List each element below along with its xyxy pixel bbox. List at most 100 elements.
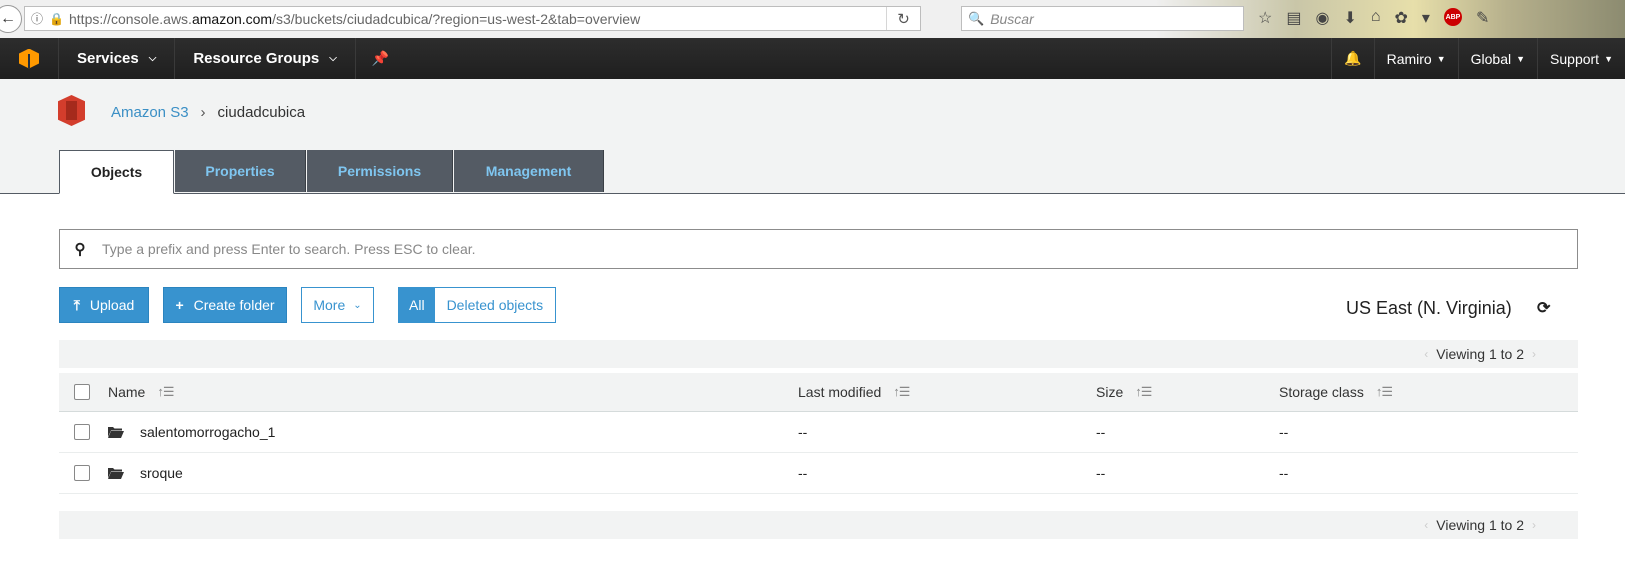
- last-modified-cell: --: [798, 424, 808, 440]
- filter-deleted-objects-button[interactable]: Deleted objects: [434, 288, 556, 322]
- sort-icon[interactable]: ↑☰: [157, 384, 174, 400]
- objects-table: Name ↑☰ Last modified ↑☰ Size ↑☰ Storage…: [59, 373, 1578, 494]
- column-header-storage-class[interactable]: Storage class ↑☰: [1279, 384, 1393, 400]
- table-header: Name ↑☰ Last modified ↑☰ Size ↑☰ Storage…: [59, 373, 1578, 412]
- reading-list-icon[interactable]: ▤: [1286, 8, 1301, 28]
- address-bar[interactable]: ⓘ 🔒 https://console.aws.amazon.com/s3/bu…: [24, 6, 921, 31]
- adblock-icon[interactable]: ABP: [1443, 8, 1462, 26]
- chevron-down-icon: ⌄: [353, 299, 362, 311]
- region-menu-label: Global: [1470, 50, 1512, 67]
- user-menu[interactable]: Ramiro ▼: [1373, 38, 1458, 79]
- breadcrumb: Amazon S3 › ciudadcubica: [111, 104, 305, 121]
- download-icon[interactable]: ⬇: [1343, 8, 1356, 28]
- upload-button[interactable]: ⤒ Upload: [59, 287, 149, 323]
- home-icon[interactable]: ⌂: [1371, 8, 1381, 28]
- create-folder-label: Create folder: [193, 297, 275, 313]
- user-label: Ramiro: [1386, 50, 1432, 67]
- object-name-link[interactable]: salentomorrogacho_1: [140, 424, 275, 440]
- chevron-down-icon: ⌵: [148, 53, 157, 64]
- column-header-storage-class-label: Storage class: [1279, 384, 1364, 400]
- aws-cube-icon: [19, 48, 39, 69]
- column-header-name-label: Name: [108, 384, 146, 400]
- chevron-right-icon[interactable]: ›: [1532, 518, 1536, 532]
- sort-icon[interactable]: ↑☰: [1376, 384, 1393, 400]
- object-name-cell: salentomorrogacho_1: [108, 424, 275, 440]
- services-menu[interactable]: Services ⌵: [59, 38, 176, 79]
- create-folder-button[interactable]: + Create folder: [163, 287, 287, 323]
- bookmark-star-icon[interactable]: ☆: [1258, 8, 1272, 28]
- caret-down-icon: ▼: [1516, 53, 1526, 64]
- chevron-right-icon[interactable]: ›: [1532, 347, 1536, 361]
- storage-class-cell: --: [1279, 465, 1289, 481]
- folder-open-icon: [108, 467, 124, 479]
- browser-search-box[interactable]: 🔍 Buscar: [961, 6, 1244, 31]
- s3-bucket-icon: [58, 95, 85, 126]
- pager-text: Viewing 1 to 2: [1436, 517, 1524, 533]
- tab-objects[interactable]: Objects: [59, 150, 174, 194]
- tab-management[interactable]: Management: [454, 150, 604, 192]
- refresh-icon[interactable]: ⟳: [1537, 298, 1550, 318]
- column-header-size[interactable]: Size ↑☰: [1096, 384, 1152, 400]
- resource-groups-menu[interactable]: Resource Groups ⌵: [175, 38, 356, 79]
- aws-top-nav: Services ⌵ Resource Groups ⌵ 📌 🔔 Ramiro ▼…: [0, 38, 1625, 79]
- pager-bottom: ‹ Viewing 1 to 2 ›: [59, 511, 1578, 539]
- plus-icon: +: [175, 297, 184, 313]
- column-header-last-modified-label: Last modified: [798, 384, 882, 400]
- more-label: More: [313, 297, 346, 313]
- breadcrumb-amazon-s3[interactable]: Amazon S3: [111, 104, 189, 121]
- url-text[interactable]: https://console.aws.amazon.com/s3/bucket…: [69, 11, 640, 27]
- info-icon[interactable]: ⓘ: [31, 10, 49, 27]
- back-button[interactable]: ←: [0, 5, 22, 33]
- last-modified-cell: --: [798, 465, 808, 481]
- extension-icon[interactable]: ✿: [1395, 8, 1408, 28]
- search-icon: 🔍: [968, 10, 985, 26]
- lock-icon[interactable]: 🔒: [49, 12, 65, 26]
- object-search-input[interactable]: [100, 240, 1504, 258]
- size-cell: --: [1096, 424, 1106, 440]
- tab-properties[interactable]: Properties: [175, 150, 306, 192]
- column-header-name[interactable]: Name ↑☰: [108, 384, 175, 400]
- version-filter-toggle: All Deleted objects: [398, 287, 557, 323]
- pin-icon[interactable]: 📌: [356, 38, 405, 79]
- bucket-tabs: Objects Properties Permissions Managemen…: [59, 150, 604, 194]
- support-label: Support: [1550, 50, 1600, 67]
- region-menu[interactable]: Global ▼: [1457, 38, 1537, 79]
- browser-search-placeholder: Buscar: [990, 10, 1034, 27]
- chevron-left-icon[interactable]: ‹: [1424, 347, 1428, 361]
- upload-icon: ⤒: [73, 296, 80, 313]
- resource-groups-label: Resource Groups: [193, 50, 320, 67]
- sort-icon[interactable]: ↑☰: [893, 384, 910, 400]
- select-all-checkbox[interactable]: [74, 384, 90, 400]
- table-row: salentomorrogacho_1 -- -- --: [59, 412, 1578, 453]
- filter-all-button[interactable]: All: [399, 288, 435, 322]
- caret-down-icon: ▼: [1436, 53, 1446, 64]
- chevron-down-icon: ⌵: [329, 53, 337, 64]
- upload-label: Upload: [89, 297, 135, 313]
- folder-open-icon: [108, 426, 124, 438]
- sort-icon[interactable]: ↑☰: [1135, 384, 1152, 400]
- object-name-link[interactable]: sroque: [140, 465, 183, 481]
- chevron-left-icon[interactable]: ‹: [1424, 518, 1428, 532]
- aws-logo[interactable]: [0, 38, 59, 79]
- bell-icon[interactable]: 🔔: [1331, 38, 1373, 79]
- nav-right-group: 🔔 Ramiro ▼ Global ▼ Support ▼: [1331, 38, 1625, 79]
- pocket-icon[interactable]: ◉: [1315, 8, 1329, 28]
- column-header-last-modified[interactable]: Last modified ↑☰: [798, 384, 910, 400]
- object-search-field[interactable]: ⚲: [59, 229, 1578, 269]
- tab-permissions[interactable]: Permissions: [307, 150, 453, 192]
- chat-icon[interactable]: ✎: [1476, 8, 1489, 28]
- column-header-size-label: Size: [1096, 384, 1124, 400]
- object-name-cell: sroque: [108, 465, 183, 481]
- reload-icon[interactable]: ↻: [886, 7, 920, 30]
- pager-top: ‹ Viewing 1 to 2 ›: [59, 340, 1578, 368]
- more-button[interactable]: More ⌄: [301, 287, 374, 323]
- extension-menu-icon[interactable]: ▾: [1422, 8, 1430, 28]
- row-checkbox[interactable]: [74, 424, 90, 440]
- support-menu[interactable]: Support ▼: [1537, 38, 1625, 79]
- table-row: sroque -- -- --: [59, 453, 1578, 494]
- row-checkbox[interactable]: [74, 465, 90, 481]
- browser-toolbar: ← ⓘ 🔒 https://console.aws.amazon.com/s3/…: [0, 0, 1625, 39]
- url-prefix: https://console.aws.: [69, 10, 192, 27]
- search-icon: ⚲: [74, 241, 86, 258]
- storage-class-cell: --: [1279, 424, 1289, 440]
